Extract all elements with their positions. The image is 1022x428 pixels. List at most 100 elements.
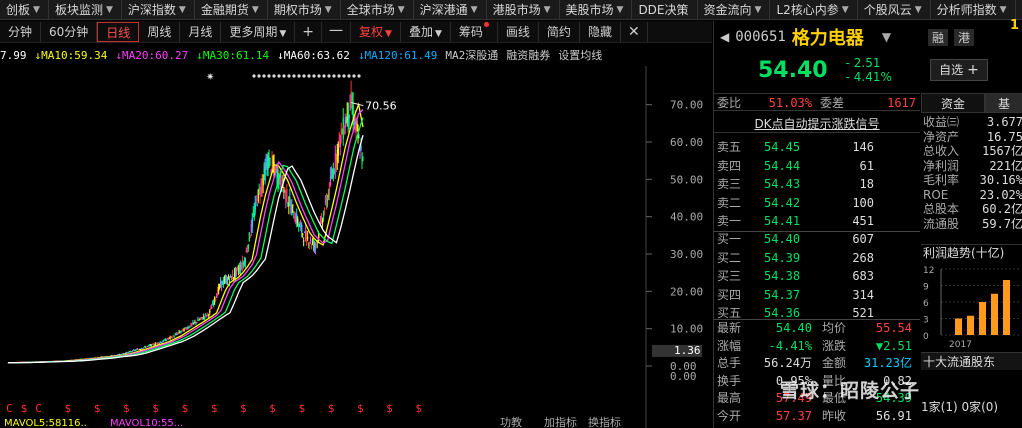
menu-item-4[interactable]: 期权市场 ▼: [268, 0, 341, 19]
chevron-down-icon[interactable]: ▼: [882, 30, 891, 44]
more-period-dropdown[interactable]: 更多周期 ▼: [221, 21, 296, 42]
menu-item-6[interactable]: 沪深港通 ▼: [414, 0, 487, 19]
book-row[interactable]: 卖一 54.41 451: [714, 212, 920, 231]
book-row[interactable]: 买四 54.37 314: [714, 286, 920, 305]
menu-item-9[interactable]: DDE决策: [632, 0, 698, 19]
margin-tag[interactable]: 融: [928, 29, 949, 46]
menu-label: L2核心内参: [776, 2, 839, 17]
fin-v: 59.7亿: [982, 216, 1022, 231]
y-tick-label: 60.00: [670, 136, 703, 149]
candle-body: [207, 312, 209, 315]
chevron-down-icon: ▼: [324, 4, 332, 15]
event-dot: [317, 74, 321, 78]
book-label: 卖二: [717, 195, 742, 210]
stats-v2: 31.23亿: [863, 356, 912, 370]
daily-button[interactable]: 日线: [97, 21, 140, 42]
book-vol: 268: [852, 250, 874, 265]
book-label: 买四: [717, 287, 742, 302]
kline-chart[interactable]: 70.0060.0050.0040.0030.0020.0010.000.000…: [0, 66, 712, 428]
menu-item-3[interactable]: 金融期货 ▼: [195, 0, 268, 19]
book-row[interactable]: 卖三 54.43 18: [714, 175, 920, 194]
tab-fundamentals[interactable]: 基: [985, 93, 1022, 113]
chevron-down-icon: ▼: [279, 28, 287, 39]
fuquan-label: 复权: [359, 24, 384, 39]
book-price: 54.44: [764, 158, 801, 173]
fuquan-dropdown[interactable]: 复权 ▼: [351, 21, 401, 42]
book-row[interactable]: 买三 54.38 683: [714, 267, 920, 286]
chevron-down-icon: ▼: [999, 4, 1007, 15]
ma-legend-item: 7.99: [0, 48, 27, 62]
app-window: 创板 ▼ 板块监测 ▼ 沪深指数 ▼ 金融期货 ▼ 期权市场 ▼ 全球市场 ▼ 沪深港通 ▼ 港股市场 ▼ 美股…: [0, 0, 1022, 428]
fin-row: 净资产 16.75: [921, 130, 1022, 145]
minute-button[interactable]: 分钟: [0, 21, 42, 42]
book-row[interactable]: 卖二 54.42 100: [714, 194, 920, 213]
book-row[interactable]: 买一 54.40 607: [714, 230, 920, 249]
event-dot: [262, 74, 266, 78]
stats-v: -4.41%: [768, 338, 812, 353]
60-minute-button[interactable]: 60分钟: [41, 21, 98, 42]
book-row[interactable]: 买二 54.39 268: [714, 249, 920, 268]
bid-book: 买一 54.40 607 买二 54.39 268 买三 54.38 683 买四 54.37 314…: [714, 230, 920, 323]
book-label: 买一: [717, 232, 742, 246]
stats-v: 56.24万: [763, 356, 812, 370]
ma-legend-item[interactable]: MA2深股通: [445, 47, 498, 63]
menu-label: 个股风云: [863, 2, 912, 17]
monthly-button[interactable]: 月线: [180, 21, 222, 42]
candle-body: [301, 225, 303, 233]
menu-item-10[interactable]: 资金流向 ▼: [698, 0, 771, 19]
ma-legend-item[interactable]: 设置均线: [558, 47, 602, 63]
ma20-line: [8, 109, 364, 364]
hide-button[interactable]: 隐藏: [580, 21, 621, 42]
indicator-tab[interactable]: 功教: [500, 416, 522, 428]
menu-item-0[interactable]: 创板 ▼: [0, 0, 49, 19]
price-marker-label: 1.36: [674, 344, 701, 357]
last-price: 54.40: [758, 57, 828, 83]
hk-connect-tag[interactable]: 港: [954, 29, 975, 46]
overlay-dropdown[interactable]: 叠加 ▼: [401, 21, 451, 42]
indicator-tab[interactable]: 换指标: [588, 415, 621, 428]
menu-item-8[interactable]: 美股市场 ▼: [560, 0, 633, 19]
menu-item-12[interactable]: 个股风云 ▼: [858, 0, 931, 19]
book-label: 买三: [717, 269, 742, 283]
book-row[interactable]: 卖五 54.45 146: [714, 138, 920, 157]
tab-funds[interactable]: 资金: [921, 93, 985, 113]
menu-label: 金融期货: [200, 2, 249, 17]
chevron-down-icon: ▼: [105, 4, 113, 15]
stats-v2: ▼2.51: [875, 338, 912, 353]
top10-holders-title[interactable]: 十大流通股东: [921, 352, 1022, 370]
candle-body: [165, 339, 167, 341]
candle-body: [211, 307, 213, 309]
book-row[interactable]: 卖四 54.44 61: [714, 157, 920, 176]
back-arrow-icon[interactable]: ◀: [720, 30, 729, 44]
holders-count: 1家(1) 0家(0): [921, 400, 999, 414]
book-price: 54.42: [764, 195, 801, 210]
candle-body: [256, 205, 258, 207]
menu-item-11[interactable]: L2核心内参 ▼: [770, 0, 858, 19]
chevron-down-icon: ▼: [470, 4, 478, 15]
weekly-button[interactable]: 周线: [139, 21, 181, 42]
dk-signal-link[interactable]: DK点自动提示涨跌信号: [714, 115, 920, 133]
stats-v: 54.40: [775, 321, 812, 335]
corner-mark: 1: [1010, 18, 1020, 33]
add-watchlist-button[interactable]: 自选 +: [930, 59, 988, 81]
zoom-out-button[interactable]: 一: [322, 21, 352, 42]
chips-button[interactable]: 筹码: [451, 21, 498, 42]
stats-k: 换手: [717, 373, 742, 388]
menu-item-2[interactable]: 沪深指数 ▼: [122, 0, 195, 19]
ma-legend-item[interactable]: 融资融券: [506, 47, 550, 63]
weibi-label: 委比: [717, 96, 742, 110]
fin-k: 总收入: [923, 144, 960, 158]
simple-button[interactable]: 简约: [539, 21, 580, 42]
close-icon[interactable]: ✕: [621, 21, 648, 42]
menu-item-1[interactable]: 板块监测 ▼: [49, 0, 122, 19]
menu-item-13[interactable]: 分析师指数 ▼: [931, 0, 1016, 19]
menu-item-5[interactable]: 全球市场 ▼: [341, 0, 414, 19]
quote-stats: 最新 54.40 均价 55.54 涨幅 -4.41% 涨跌 ▼2.51 总手 56.24万 金额 3…: [714, 320, 920, 425]
menu-item-7[interactable]: 港股市场 ▼: [487, 0, 560, 19]
candle-body: [171, 337, 173, 339]
candle-body: [173, 336, 175, 338]
indicator-tab[interactable]: 加指标: [544, 415, 577, 428]
stats-k2: 金额: [822, 356, 847, 370]
draw-line-button[interactable]: 画线: [498, 21, 539, 42]
zoom-in-button[interactable]: +: [295, 21, 323, 42]
